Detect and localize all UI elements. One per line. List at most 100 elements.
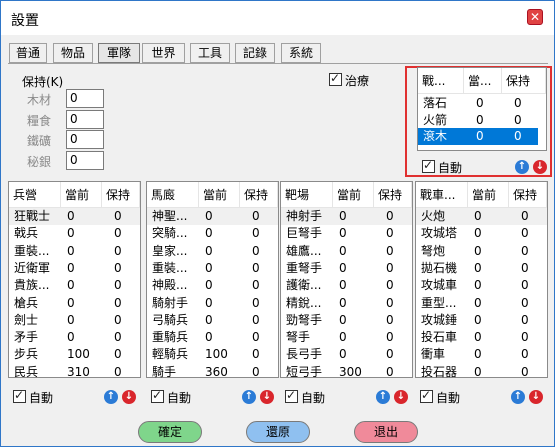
list-item[interactable]: 神聖... 0 0 bbox=[147, 208, 278, 225]
exit-button[interactable]: 退出 bbox=[354, 421, 418, 443]
move-down-icon[interactable]: ↓ bbox=[533, 160, 547, 174]
list-item[interactable]: 步兵 100 0 bbox=[9, 346, 140, 363]
column-header[interactable]: 當前 bbox=[333, 182, 374, 208]
move-up-icon[interactable]: ↑ bbox=[515, 160, 529, 174]
auto-label: 自動 bbox=[436, 391, 461, 405]
tab-tools[interactable]: 工具 bbox=[190, 43, 230, 63]
list-item[interactable]: 輕騎兵 100 0 bbox=[147, 346, 278, 363]
move-down-icon[interactable]: ↓ bbox=[122, 390, 136, 404]
list-item[interactable]: 攻城車 0 0 bbox=[416, 277, 547, 294]
list-item[interactable]: 劍士 0 0 bbox=[9, 312, 140, 329]
list-item[interactable]: 戟兵 0 0 bbox=[9, 225, 140, 242]
list-item[interactable]: 重裝... 0 0 bbox=[147, 260, 278, 277]
list-item[interactable]: 精銳... 0 0 bbox=[281, 295, 412, 312]
list-item[interactable]: 弩手 0 0 bbox=[281, 329, 412, 346]
close-icon[interactable]: ✕ bbox=[527, 9, 543, 25]
move-down-icon[interactable]: ↓ bbox=[394, 390, 408, 404]
auto-checkbox[interactable] bbox=[285, 388, 298, 403]
tab-divider bbox=[8, 63, 548, 64]
column-header[interactable]: 馬廄 bbox=[147, 182, 199, 208]
list-item[interactable]: 長弓手 0 0 bbox=[281, 346, 412, 363]
column-header[interactable]: 保持 bbox=[374, 182, 412, 208]
tab-army[interactable]: 軍隊 bbox=[98, 43, 140, 63]
list-item[interactable]: 騎射手 0 0 bbox=[147, 295, 278, 312]
list-item[interactable]: 衝車 0 0 bbox=[416, 346, 547, 363]
list-item[interactable]: 貴族... 0 0 bbox=[9, 277, 140, 294]
move-up-icon[interactable]: ↑ bbox=[242, 390, 256, 404]
move-down-icon[interactable]: ↓ bbox=[260, 390, 274, 404]
unit-list-siege[interactable]: 戰車... 當前 保持 火炮 0 0 攻城塔 0 0 弩炮 0 0 拋石機 0 0 攻城車 0 0 重型... 0 0 攻… bbox=[415, 181, 548, 381]
tab-log[interactable]: 記錄 bbox=[235, 43, 275, 63]
list-item[interactable]: 近衛軍 0 0 bbox=[9, 260, 140, 277]
move-up-icon[interactable]: ↑ bbox=[511, 390, 525, 404]
list-item[interactable]: 勁弩手 0 0 bbox=[281, 312, 412, 329]
tab-general[interactable]: 普通 bbox=[9, 43, 47, 63]
move-up-icon[interactable]: ↑ bbox=[104, 390, 118, 404]
list-item[interactable]: 弩炮 0 0 bbox=[416, 243, 547, 260]
list-item[interactable]: 弓騎兵 0 0 bbox=[147, 312, 278, 329]
item-keep: 0 bbox=[252, 312, 260, 327]
list-item[interactable]: 重騎兵 0 0 bbox=[147, 329, 278, 346]
item-name: 重裝... bbox=[14, 243, 50, 258]
unit-list-barracks[interactable]: 兵營 當前 保持 狂戰士 0 0 戟兵 0 0 重裝... 0 0 近衛軍 0 0 貴族... 0 0 槍兵 0 0 劍士… bbox=[8, 181, 141, 381]
list-item[interactable]: 落石 0 0 bbox=[418, 95, 546, 112]
list-item[interactable]: 重弩手 0 0 bbox=[281, 260, 412, 277]
food-input[interactable]: 0 bbox=[66, 110, 104, 129]
list-item[interactable]: 護衛... 0 0 bbox=[281, 277, 412, 294]
list-item[interactable]: 巨弩手 0 0 bbox=[281, 225, 412, 242]
tab-world[interactable]: 世界 bbox=[142, 43, 185, 63]
auto-checkbox[interactable] bbox=[13, 388, 26, 403]
column-header[interactable]: 靶場 bbox=[281, 182, 333, 208]
siege-ammo-list[interactable]: 戰... 當... 保持 落石 0 0 火箭 0 0 滾木 0 0 bbox=[417, 67, 547, 151]
column-header[interactable]: 保持 bbox=[509, 182, 547, 208]
column-header[interactable]: 當前 bbox=[199, 182, 240, 208]
list-item[interactable]: 皇家... 0 0 bbox=[147, 243, 278, 260]
ok-button[interactable]: 確定 bbox=[138, 421, 202, 443]
item-current: 0 bbox=[67, 209, 75, 223]
move-down-icon[interactable]: ↓ bbox=[529, 390, 543, 404]
list-item[interactable]: 民兵 310 0 bbox=[9, 364, 140, 381]
list-item[interactable]: 攻城錘 0 0 bbox=[416, 312, 547, 329]
column-header[interactable]: 保持 bbox=[502, 68, 546, 94]
wood-input[interactable]: 0 bbox=[66, 89, 104, 108]
list-item[interactable]: 短弓手 300 0 bbox=[281, 364, 412, 381]
column-header[interactable]: 戰... bbox=[418, 68, 464, 94]
list-item-selected[interactable]: 滾木 0 0 bbox=[418, 128, 538, 145]
list-item[interactable]: 拋石機 0 0 bbox=[416, 260, 547, 277]
unit-list-range[interactable]: 靶場 當前 保持 神射手 0 0 巨弩手 0 0 雄鷹... 0 0 重弩手 0 0 護衛... 0 0 精銳...… bbox=[280, 181, 413, 381]
list-item[interactable]: 突騎... 0 0 bbox=[147, 225, 278, 242]
tab-system[interactable]: 系統 bbox=[281, 43, 321, 63]
heal-checkbox[interactable] bbox=[329, 71, 342, 86]
auto-checkbox[interactable] bbox=[420, 388, 433, 403]
list-item[interactable]: 槍兵 0 0 bbox=[9, 295, 140, 312]
column-header[interactable]: 當... bbox=[464, 68, 502, 94]
list-item[interactable]: 神射手 0 0 bbox=[281, 208, 412, 225]
list-item[interactable]: 雄鷹... 0 0 bbox=[281, 243, 412, 260]
column-header[interactable]: 兵營 bbox=[9, 182, 61, 208]
list-item[interactable]: 火箭 0 0 bbox=[418, 112, 546, 129]
iron-input[interactable]: 0 bbox=[66, 130, 104, 149]
list-item[interactable]: 神殿... 0 0 bbox=[147, 277, 278, 294]
column-header[interactable]: 當前 bbox=[468, 182, 509, 208]
auto-checkbox[interactable] bbox=[422, 158, 435, 173]
list-item[interactable]: 狂戰士 0 0 bbox=[9, 208, 140, 225]
column-header[interactable]: 當前 bbox=[61, 182, 102, 208]
column-header[interactable]: 保持 bbox=[102, 182, 140, 208]
column-header[interactable]: 保持 bbox=[240, 182, 278, 208]
list-item[interactable]: 投石器 0 0 bbox=[416, 364, 547, 381]
move-up-icon[interactable]: ↑ bbox=[376, 390, 390, 404]
list-item[interactable]: 騎手 360 0 bbox=[147, 364, 278, 381]
list-item[interactable]: 矛手 0 0 bbox=[9, 329, 140, 346]
tab-items[interactable]: 物品 bbox=[53, 43, 93, 63]
list-item[interactable]: 攻城塔 0 0 bbox=[416, 225, 547, 242]
item-keep: 0 bbox=[521, 330, 529, 345]
list-item[interactable]: 重型... 0 0 bbox=[416, 295, 547, 312]
list-item[interactable]: 火炮 0 0 bbox=[416, 208, 547, 225]
auto-checkbox[interactable] bbox=[151, 388, 164, 403]
restore-button[interactable]: 還原 bbox=[246, 421, 310, 443]
list-item[interactable]: 投石車 0 0 bbox=[416, 329, 547, 346]
mithril-input[interactable]: 0 bbox=[66, 151, 104, 170]
unit-list-stable[interactable]: 馬廄 當前 保持 神聖... 0 0 突騎... 0 0 皇家... 0 0 重裝... 0 0 神殿... 0… bbox=[146, 181, 279, 381]
list-item[interactable]: 重裝... 0 0 bbox=[9, 243, 140, 260]
column-header[interactable]: 戰車... bbox=[416, 182, 468, 208]
